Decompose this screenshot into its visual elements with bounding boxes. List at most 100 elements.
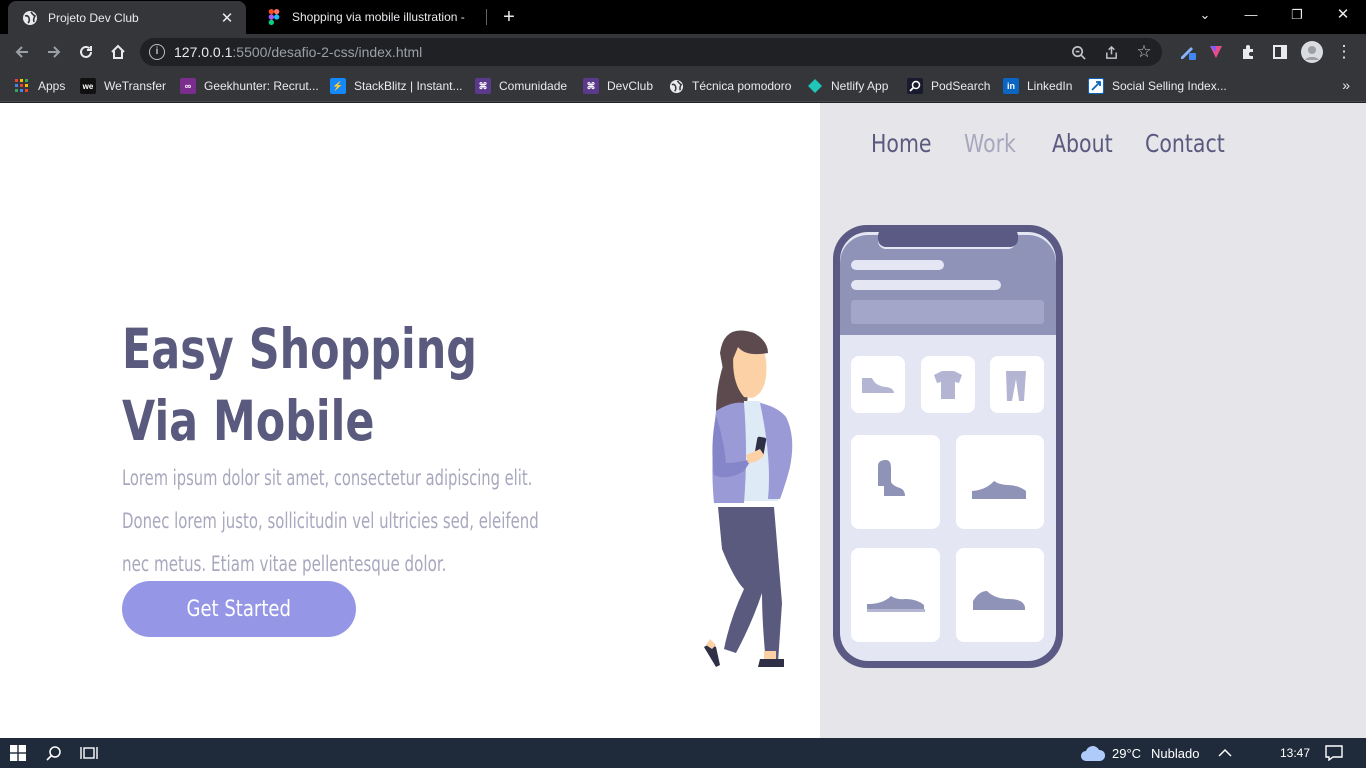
arrow-left-icon [15, 46, 28, 58]
url-path: :5500/desafio-2-css/index.html [232, 44, 423, 60]
hero-title-line-2: Via Mobile [122, 389, 375, 453]
window-close-button[interactable]: ✕ [1320, 0, 1366, 30]
browser-menu-icon[interactable]: ⋮ [1332, 40, 1356, 64]
search-icon[interactable] [46, 738, 62, 768]
hero-title: Easy Shopping Via Mobile [122, 313, 477, 457]
bookmark-social-selling-index[interactable]: Social Selling Index... [1088, 76, 1227, 96]
weather-temp: 29°C [1112, 745, 1142, 761]
bookmark-label: Comunidade [499, 79, 568, 93]
back-button[interactable] [10, 40, 34, 64]
url-host: 127.0.0.1 [174, 44, 233, 60]
notifications-icon[interactable] [1325, 738, 1343, 768]
bookmark-tecnica-pomodoro[interactable]: Técnica pomodoro [668, 76, 791, 96]
forward-button[interactable] [42, 40, 66, 64]
address-bar[interactable]: i 127.0.0.1:5500/desafio-2-css/index.htm… [140, 38, 1162, 66]
site-info-icon[interactable]: i [149, 44, 165, 60]
weather-text: Nublado [1151, 745, 1200, 761]
tab-title: Projeto Dev Club [48, 10, 139, 25]
hero-desc-line-1: Lorem ipsum dolor sit amet, consectetur … [122, 466, 533, 490]
system-clock[interactable]: 13:47 [1280, 738, 1310, 768]
woman-illustration [704, 330, 793, 667]
bookmark-label: Geekhunter: Recrut... [204, 79, 319, 93]
get-started-button[interactable]: Get Started [122, 581, 356, 637]
bookmark-label: LinkedIn [1027, 79, 1073, 93]
bookmark-label: Apps [38, 79, 66, 93]
hero-desc-line-2: Donec lorem justo, sollicitudin vel ultr… [122, 509, 539, 533]
hero-desc-line-3: nec metus. Etiam vitae pellentesque dolo… [122, 552, 447, 576]
linkedin-icon: in [1003, 78, 1019, 94]
globe-icon [668, 78, 684, 94]
bookmarks-overflow-button[interactable]: » [1342, 77, 1350, 93]
hero-title-line-1: Easy Shopping [122, 317, 477, 381]
nav-about[interactable]: About [1052, 129, 1113, 158]
devclub-icon: ⌘ [475, 78, 491, 94]
tab-strip: Projeto Dev Club ✕ Shopping via mobile i… [0, 0, 1366, 34]
bookmark-wetransfer[interactable]: we WeTransfer [80, 76, 166, 96]
bookmark-label: StackBlitz | Instant... [354, 79, 463, 93]
globe-icon [22, 10, 38, 26]
arrow-right-icon [48, 46, 61, 58]
figma-icon [266, 9, 282, 25]
tab-search-chevron-icon[interactable]: ⌄ [1182, 0, 1228, 30]
restore-button[interactable]: ❐ [1274, 0, 1320, 30]
reload-icon [80, 45, 92, 58]
windows-start-icon[interactable] [10, 738, 26, 768]
tab-title: Shopping via mobile illustration - [292, 10, 465, 24]
bookmark-apps[interactable]: Apps [14, 76, 65, 96]
nav-contact[interactable]: Contact [1145, 129, 1225, 158]
side-panel-icon[interactable] [1268, 40, 1292, 64]
bookmark-devclub[interactable]: ⌘ DevClub [583, 76, 653, 96]
extension-pen-icon[interactable] [1176, 40, 1200, 64]
wetransfer-icon: we [80, 78, 96, 94]
browser-toolbar: i 127.0.0.1:5500/desafio-2-css/index.htm… [0, 34, 1366, 70]
minimize-button[interactable]: — [1228, 0, 1274, 30]
url-text[interactable]: 127.0.0.1:5500/desafio-2-css/index.html [174, 44, 422, 60]
share-icon[interactable] [1101, 42, 1121, 62]
tab-projeto-dev-club[interactable]: Projeto Dev Club ✕ [8, 1, 246, 34]
extension-flag-icon[interactable] [1204, 40, 1228, 64]
home-button[interactable] [106, 40, 130, 64]
zoom-icon[interactable] [1068, 42, 1088, 62]
bookmark-label: Netlify App [831, 79, 889, 93]
web-page: Home Work About Contact Easy Shopping Vi… [0, 103, 1366, 738]
bookmark-netlify[interactable]: Netlify App [807, 76, 888, 96]
devclub-icon: ⌘ [583, 78, 599, 94]
home-icon [111, 44, 125, 59]
task-view-icon[interactable] [80, 738, 98, 768]
reload-button[interactable] [74, 40, 98, 64]
bookmarks-bar: Apps we WeTransfer ∞ Geekhunter: Recrut.… [0, 70, 1366, 102]
bookmark-label: Técnica pomodoro [692, 79, 792, 93]
apps-grid-icon [14, 78, 30, 94]
tray-chevron-up-icon[interactable] [1218, 738, 1232, 768]
tab-shopping-illustration[interactable]: Shopping via mobile illustration - [252, 0, 482, 34]
bookmark-comunidade[interactable]: ⌘ Comunidade [475, 76, 567, 96]
get-started-label: Get Started [186, 596, 292, 622]
windows-taskbar: 29°C Nublado 13:47 [0, 738, 1366, 768]
bookmark-label: WeTransfer [104, 79, 167, 93]
nav-work[interactable]: Work [964, 129, 1016, 158]
bookmark-label: Social Selling Index... [1112, 79, 1227, 93]
bookmark-geekhunter[interactable]: ∞ Geekhunter: Recrut... [180, 76, 319, 96]
bookmark-podsearch[interactable]: PodSearch [907, 76, 990, 96]
shopping-illustration [704, 225, 1063, 668]
profile-avatar[interactable] [1300, 40, 1324, 64]
bookmark-stackblitz[interactable]: ⚡ StackBlitz | Instant... [330, 76, 463, 96]
podsearch-icon [907, 78, 923, 94]
extensions-puzzle-icon[interactable] [1236, 40, 1260, 64]
bookmark-label: DevClub [607, 79, 654, 93]
stackblitz-icon: ⚡ [330, 78, 346, 94]
bookmark-label: PodSearch [931, 79, 991, 93]
weather-widget[interactable]: 29°C Nublado [1080, 738, 1199, 768]
bookmark-star-icon[interactable]: ☆ [1134, 42, 1154, 62]
tab-separator [486, 9, 487, 25]
bookmark-linkedin[interactable]: in LinkedIn [1003, 76, 1072, 96]
hero-description: Lorem ipsum dolor sit amet, consectetur … [122, 457, 608, 586]
close-icon[interactable]: ✕ [218, 9, 236, 27]
cloud-icon [1080, 744, 1106, 762]
nav-home[interactable]: Home [871, 129, 932, 158]
netlify-icon [807, 78, 823, 94]
geekhunter-icon: ∞ [180, 78, 196, 94]
linkedin-ssi-icon [1088, 78, 1104, 94]
new-tab-button[interactable]: + [498, 6, 520, 28]
phone-illustration [833, 225, 1063, 668]
